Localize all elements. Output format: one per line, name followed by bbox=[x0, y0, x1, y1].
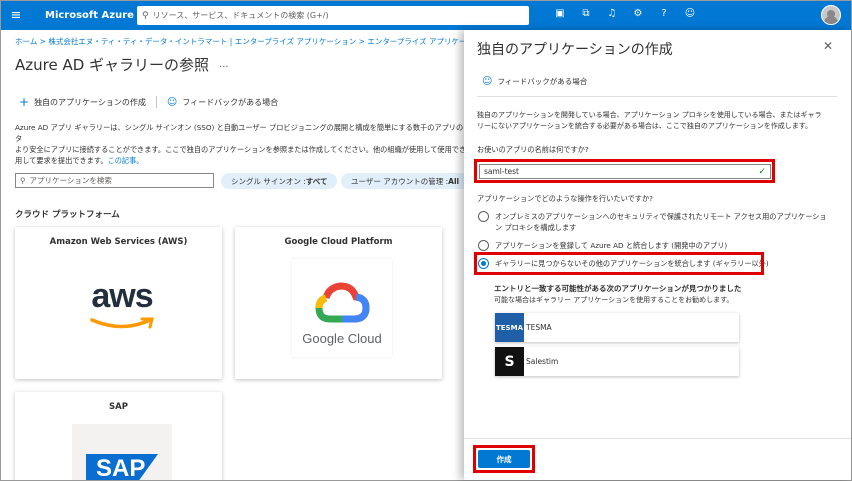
option-app-proxy[interactable]: オンプレミスのアプリケーションへのセキュリティで保護されたリモート アクセス用の… bbox=[478, 211, 833, 233]
global-search-placeholder: リソース、サービス、ドキュメントの検索 (G+/) bbox=[152, 11, 329, 20]
user-account-filter-pill[interactable]: ユーザー アカウントの管理 : All bbox=[341, 173, 464, 189]
sap-logo-box: SAP bbox=[72, 424, 172, 480]
more-options-icon[interactable]: ··· bbox=[219, 62, 229, 73]
tile-sap[interactable]: SAP SAP bbox=[15, 392, 222, 480]
breadcrumb[interactable]: ホーム > 株式会社エヌ・ティ・ティ・データ・イントラマート | エンタープライ… bbox=[15, 36, 464, 47]
feedback-icon: ☺ bbox=[166, 96, 178, 108]
sso-filter-pill[interactable]: シングル サインオン : すべて bbox=[221, 173, 338, 189]
aws-logo-text: aws bbox=[91, 277, 153, 315]
panel-feedback-label: フィードバックがある場合 bbox=[497, 77, 588, 86]
user-account-filter-label: ユーザー アカウントの管理 : bbox=[351, 176, 449, 186]
hamburger-menu-icon[interactable]: ≡ bbox=[1, 8, 31, 23]
footer-divider bbox=[464, 438, 851, 439]
tile-title: Amazon Web Services (AWS) bbox=[49, 237, 188, 247]
global-search-input[interactable]: ⚲ リソース、サービス、ドキュメントの検索 (G+/) bbox=[137, 6, 529, 25]
user-account-filter-value: All bbox=[448, 176, 460, 186]
aws-logo: aws bbox=[72, 259, 172, 354]
feedback-icon[interactable]: ☺ bbox=[681, 8, 699, 19]
avatar-head-shape bbox=[827, 10, 835, 18]
option-label: オンプレミスのアプリケーションへのセキュリティで保護されたリモート アクセス用の… bbox=[495, 212, 827, 232]
match-name: TESMA bbox=[526, 323, 552, 332]
plus-icon: + bbox=[19, 95, 30, 109]
cloud-shell-icon[interactable]: ▣ bbox=[551, 8, 569, 19]
tile-aws[interactable]: Amazon Web Services (AWS) aws bbox=[15, 227, 222, 379]
salestim-logo: S bbox=[495, 347, 524, 376]
close-icon[interactable]: ✕ bbox=[823, 39, 833, 53]
panel-description: 独自のアプリケーションを開発している場合、アプリケーション プロキシを使用してい… bbox=[477, 111, 822, 130]
command-separator bbox=[155, 96, 157, 108]
top-icon-group: ▣ ⧉ ♫ ⚙ ? ☺ bbox=[551, 8, 699, 19]
article-link[interactable]: この記事。 bbox=[108, 156, 144, 165]
help-icon[interactable]: ? bbox=[655, 8, 673, 19]
option-register-app[interactable]: アプリケーションを登録して Azure AD と統合します (開発中のアプリ) bbox=[478, 240, 727, 251]
highlight-box-name bbox=[474, 159, 775, 183]
create-application-panel: 独自のアプリケーションの作成 ✕ ☺ フィードバックがある場合 独自のアプリケー… bbox=[464, 30, 851, 480]
gallery-description-line2: より安全にアプリに接続することができます。ここで独自のアプリケーションを参照また… bbox=[15, 145, 464, 154]
radio-button[interactable] bbox=[478, 211, 489, 222]
tesma-logo-text: TESMA bbox=[496, 323, 523, 332]
panel-title: 独自のアプリケーションの作成 bbox=[477, 42, 673, 58]
page-title: Azure AD ギャラリーの参照 ··· bbox=[15, 54, 229, 75]
matches-title: エントリと一致する可能性がある次のアプリケーションが見つかりました bbox=[494, 284, 742, 293]
tile-title: SAP bbox=[109, 402, 128, 412]
tesma-logo: TESMA bbox=[495, 313, 524, 342]
sso-filter-label: シングル サインオン : bbox=[231, 176, 306, 186]
feedback-icon: ☺ bbox=[482, 76, 493, 87]
brand-title[interactable]: Microsoft Azure bbox=[45, 10, 135, 21]
gallery-description-line1: Azure AD アプリ ギャラリーは、シングル サインオン (SSO) と自動… bbox=[15, 123, 464, 143]
command-bar: + 独自のアプリケーションの作成 ☺ フィードバックがある場合 bbox=[19, 95, 278, 109]
sso-filter-value: すべて bbox=[305, 176, 328, 186]
sap-logo: SAP bbox=[86, 454, 158, 480]
highlight-box-option bbox=[474, 252, 764, 275]
gallery-page: ホーム > 株式会社エヌ・ティ・ティ・データ・イントラマート | エンタープライ… bbox=[1, 30, 464, 480]
google-cloud-icon bbox=[292, 281, 392, 325]
panel-feedback-link[interactable]: ☺ フィードバックがある場合 bbox=[482, 76, 587, 87]
aws-smile-icon bbox=[90, 317, 154, 329]
radio-button[interactable] bbox=[478, 240, 489, 251]
search-icon: ⚲ bbox=[142, 10, 149, 21]
match-name: Salestim bbox=[526, 357, 559, 366]
tile-google-cloud[interactable]: Google Cloud Platform Google Cloud bbox=[235, 227, 442, 379]
match-card-salestim[interactable]: S Salestim bbox=[495, 347, 739, 376]
google-cloud-logo-text: Google Cloud bbox=[302, 331, 382, 346]
page-title-text: Azure AD ギャラリーの参照 bbox=[15, 56, 210, 74]
operation-question: アプリケーションでどのような操作を行いたいですか? bbox=[477, 194, 653, 203]
matches-subtitle: 可能な場合はギャラリー アプリケーションを使用することをお勧めします。 bbox=[494, 296, 734, 304]
divider bbox=[477, 96, 837, 97]
create-own-app-command[interactable]: 独自のアプリケーションの作成 bbox=[34, 97, 146, 108]
app-search-placeholder: アプリケーションを検索 bbox=[29, 176, 112, 185]
directory-filter-icon[interactable]: ⧉ bbox=[577, 8, 595, 19]
settings-icon[interactable]: ⚙ bbox=[629, 8, 647, 19]
app-search-input[interactable]: ⚲ アプリケーションを検索 bbox=[15, 173, 214, 188]
feedback-command[interactable]: フィードバックがある場合 bbox=[182, 97, 278, 108]
salestim-logo-text: S bbox=[504, 353, 515, 370]
app-name-label: お使いのアプリの名前は何ですか? bbox=[477, 145, 589, 154]
notifications-icon[interactable]: ♫ bbox=[603, 8, 621, 19]
top-navigation-bar: ≡ Microsoft Azure ⚲ リソース、サービス、ドキュメントの検索 … bbox=[1, 1, 851, 30]
match-card-tesma[interactable]: TESMA TESMA bbox=[495, 313, 739, 342]
highlight-box-create bbox=[473, 445, 535, 473]
google-cloud-logo: Google Cloud bbox=[292, 259, 392, 357]
option-label: アプリケーションを登録して Azure AD と統合します (開発中のアプリ) bbox=[495, 241, 728, 250]
section-heading: クラウド プラットフォーム bbox=[15, 210, 120, 220]
tile-title: Google Cloud Platform bbox=[284, 237, 393, 247]
gallery-description: Azure AD アプリ ギャラリーは、シングル サインオン (SSO) と自動… bbox=[15, 122, 464, 166]
avatar[interactable] bbox=[821, 5, 841, 25]
search-icon: ⚲ bbox=[20, 176, 26, 185]
gallery-description-line3: 用して要求を提出できます。 bbox=[15, 156, 108, 165]
